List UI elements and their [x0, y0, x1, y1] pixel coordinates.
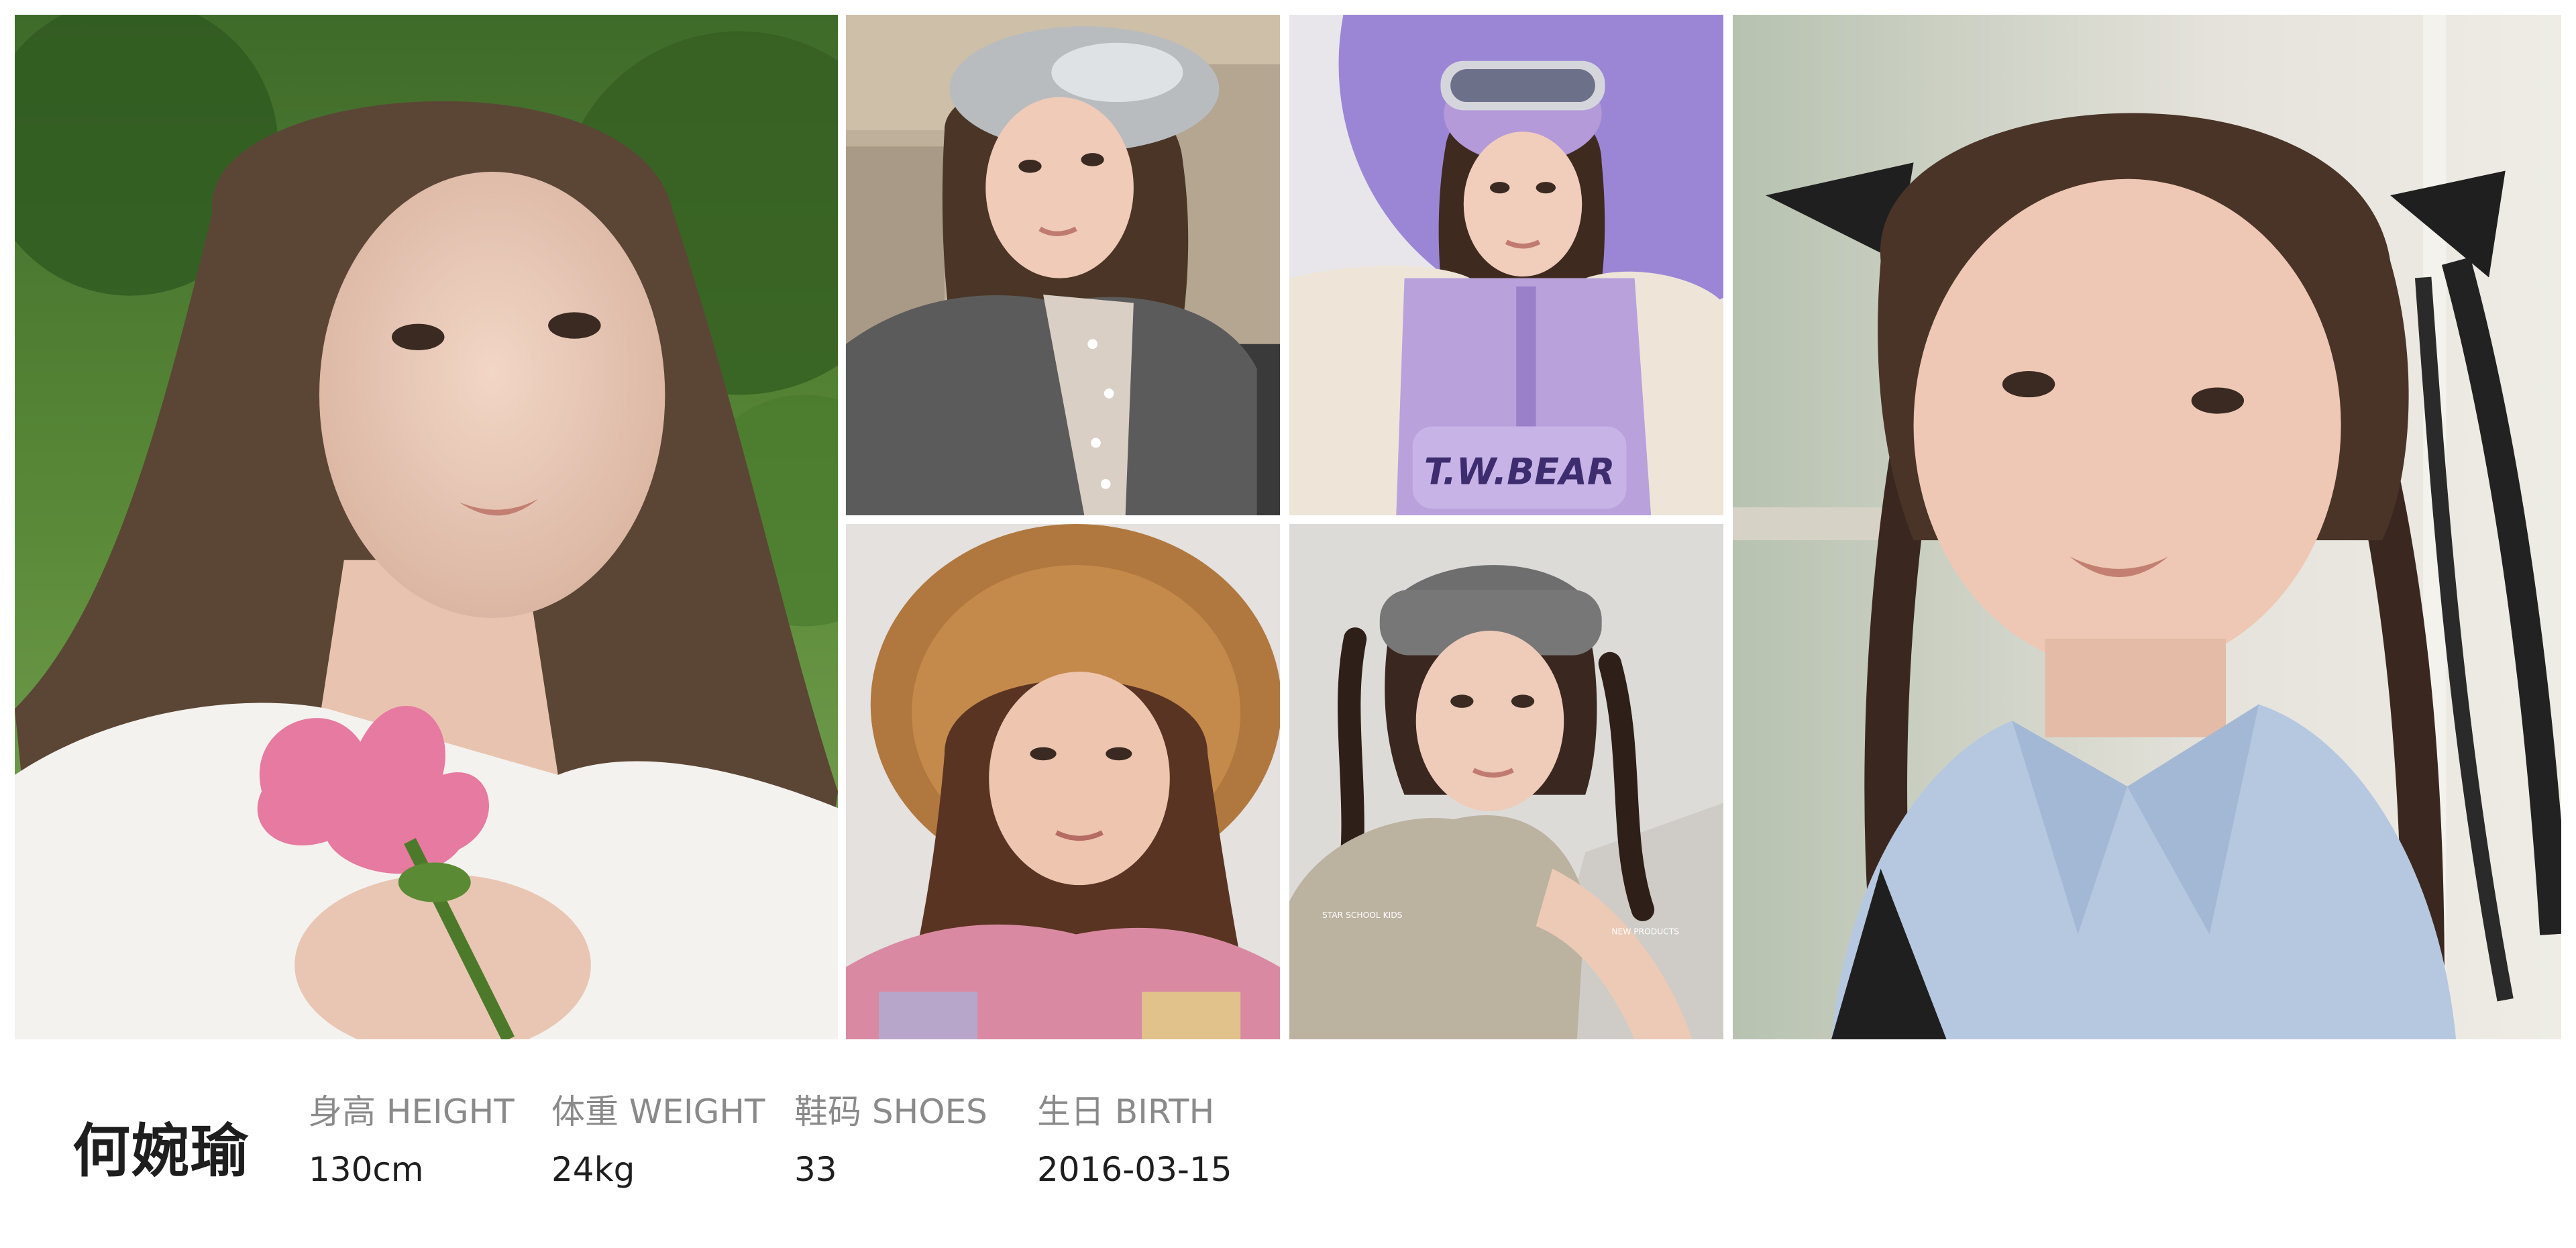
stat-height-value: 130cm [309, 1150, 424, 1189]
photo-silver-beret-image [846, 15, 1280, 515]
photo-ribbon-braids [1733, 15, 2561, 1039]
stat-birth-label: 生日 BIRTH [1037, 1092, 1215, 1131]
stat-shoes: 鞋码 SHOES 33 [794, 1090, 987, 1191]
photo-ribbon-braids-image [1733, 15, 2561, 1039]
photo-fur-hat [846, 524, 1280, 1039]
model-name: 何婉瑜 [72, 1118, 250, 1185]
photo-braids-headband: STAR SCHOOL KIDS NEW PRODUCTS [1289, 524, 1723, 1039]
photo-fur-hat-image [846, 524, 1280, 1039]
photo-lavender-hoodie-image: T.W.BEAR [1289, 15, 1723, 515]
stat-birth-value: 2016-03-15 [1037, 1150, 1232, 1189]
tee-print-text: STAR SCHOOL KIDS [1322, 911, 1403, 920]
stat-shoes-value: 33 [794, 1150, 837, 1189]
stat-height-label: 身高 HEIGHT [309, 1092, 515, 1131]
model-comp-card: T.W.BEAR STAR SCHOOL KIDS NEW PRODUCTS 何… [0, 0, 2576, 1248]
stat-shoes-label: 鞋码 SHOES [794, 1092, 987, 1131]
stat-weight-value: 24kg [551, 1150, 635, 1189]
photo-braids-headband-image: STAR SCHOOL KIDS NEW PRODUCTS [1289, 524, 1723, 1039]
wall-print-text: NEW PRODUCTS [1611, 927, 1679, 936]
hoodie-print-text: T.W.BEAR [1424, 450, 1615, 492]
stat-weight-label: 体重 WEIGHT [551, 1092, 765, 1131]
photo-portrait-flower [15, 15, 838, 1039]
stat-birth: 生日 BIRTH 2016-03-15 [1037, 1090, 1232, 1191]
stat-height: 身高 HEIGHT 130cm [309, 1090, 515, 1191]
photo-portrait-flower-image [15, 15, 838, 1039]
photo-silver-beret [846, 15, 1280, 515]
photo-lavender-hoodie: T.W.BEAR [1289, 15, 1723, 515]
stat-weight: 体重 WEIGHT 24kg [551, 1090, 765, 1191]
